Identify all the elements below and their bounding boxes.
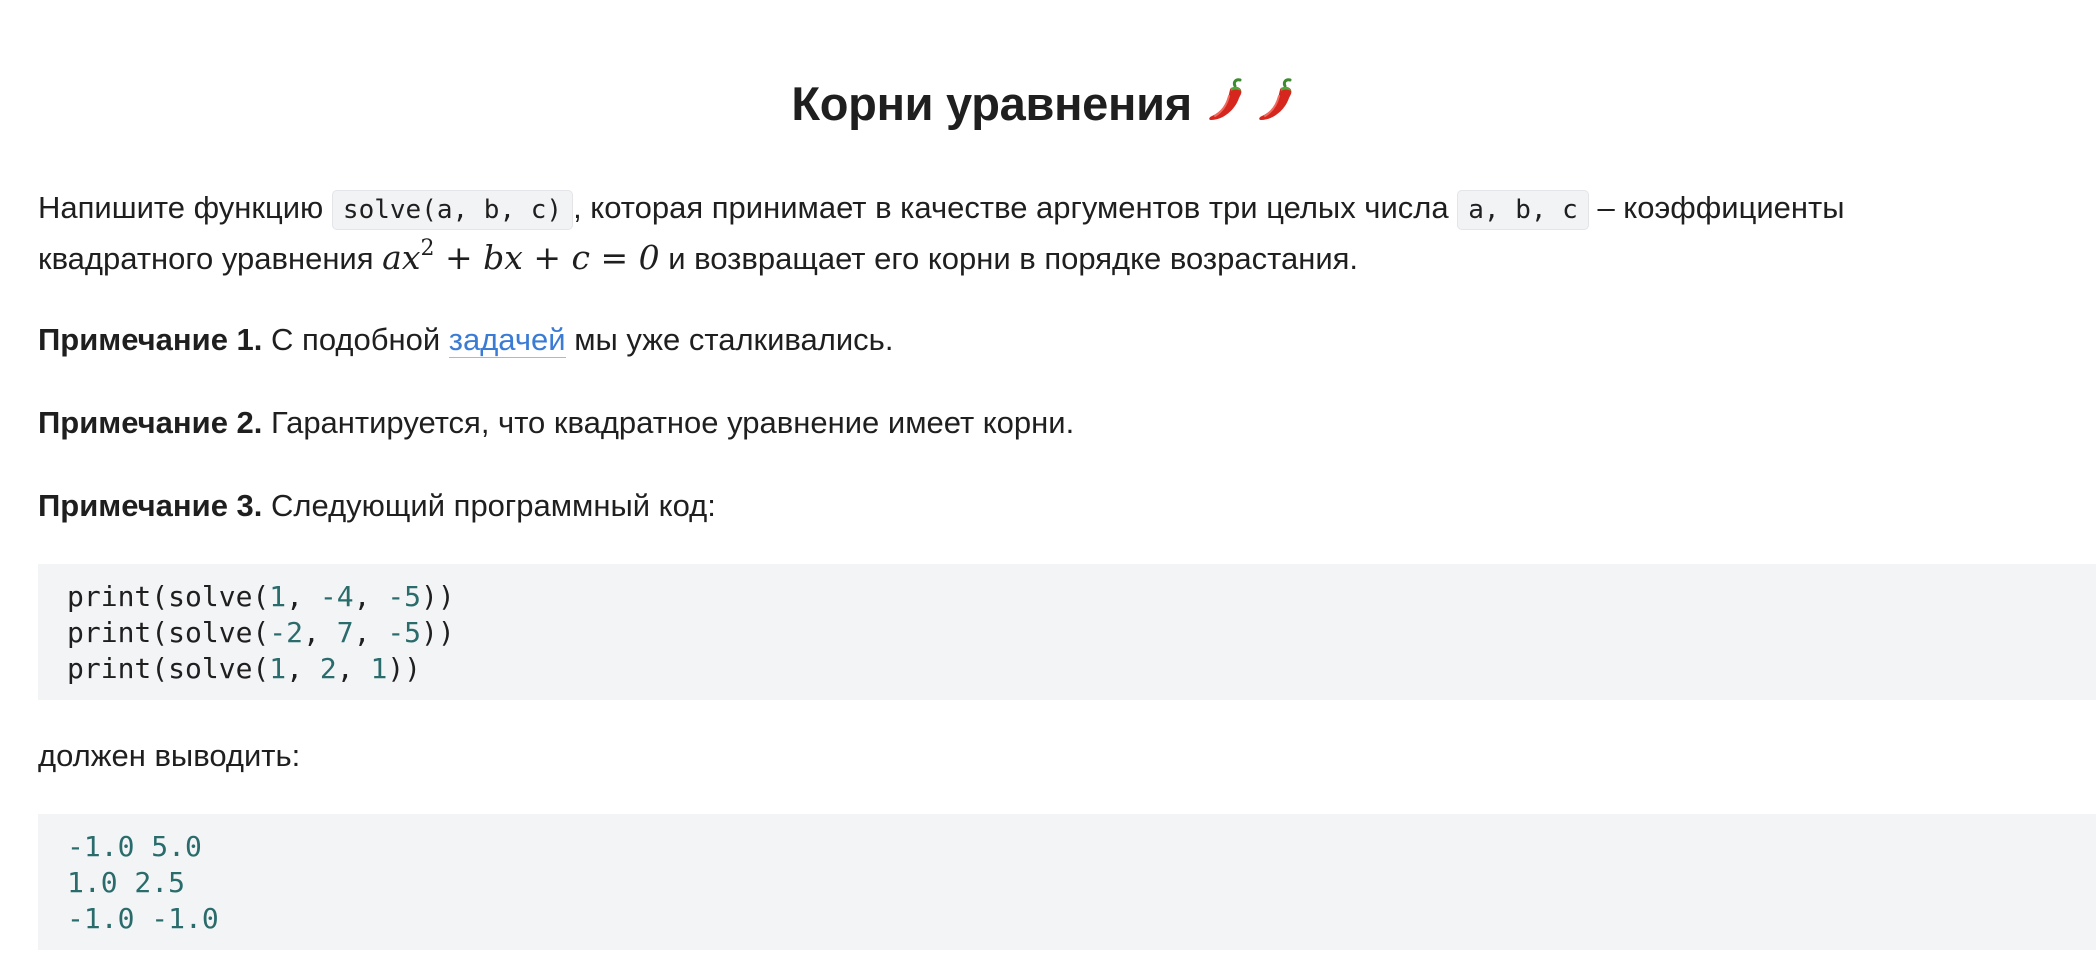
note-text: Гарантируется, что квадратное уравнение …	[271, 405, 1075, 440]
equation-term: ax	[382, 238, 421, 277]
note-text: Следующий программный код:	[271, 488, 716, 523]
output-label: должен выводить:	[38, 738, 301, 773]
code-number: 7	[336, 616, 354, 649]
code-number: -5	[387, 580, 422, 613]
code-number: 1	[370, 652, 388, 685]
note-text: С подобной	[271, 322, 441, 357]
chili-pepper-icon	[1208, 78, 1242, 120]
output-line: -1.0 -1.0	[67, 902, 219, 935]
note-3: Примечание 3. Следующий программный код:	[38, 481, 716, 531]
note-label: Примечание 2.	[38, 405, 263, 440]
code-number: 2	[319, 652, 337, 685]
code-token: print(solve(	[67, 652, 270, 685]
code-token: ))	[387, 652, 422, 685]
statement-text: – коэффициенты	[1597, 190, 1845, 225]
page-title: Корни уравнения	[0, 70, 2096, 138]
output-line: 1.0 2.5	[67, 866, 186, 899]
code-number: 1	[269, 652, 287, 685]
code-number: -4	[319, 580, 354, 613]
code-token: ))	[421, 580, 455, 613]
note-text: мы уже сталкивались.	[574, 322, 894, 357]
code-number: -2	[269, 616, 304, 649]
chili-pepper-icon	[1258, 78, 1292, 120]
function-signature-code: solve(a, b, c)	[331, 190, 574, 230]
note-2: Примечание 2. Гарантируется, что квадрат…	[38, 398, 1074, 448]
statement-text: , которая принимает в качестве аргументо…	[573, 190, 1449, 225]
code-token: print(solve(	[67, 616, 270, 649]
note-label: Примечание 1.	[38, 322, 263, 357]
task-link[interactable]: задачей	[448, 322, 566, 358]
note-label: Примечание 3.	[38, 488, 263, 523]
code-example-block[interactable]: print(solve(1, -4, -5)) print(solve(-2, …	[38, 564, 2096, 700]
arguments-code: a, b, c	[1457, 190, 1589, 230]
equation-rest: + bx + c = 0	[444, 238, 660, 277]
code-line: print(solve(1, 2, 1))	[67, 652, 422, 685]
code-number: 1	[269, 580, 287, 613]
note-1: Примечание 1. С подобной задачей мы уже …	[38, 315, 893, 365]
statement-text: Напишите функцию	[38, 190, 324, 225]
output-example-block[interactable]: -1.0 5.0 1.0 2.5 -1.0 -1.0	[38, 814, 2096, 950]
code-token: print(solve(	[67, 580, 270, 613]
code-number: -5	[387, 616, 422, 649]
code-token: ))	[421, 616, 455, 649]
statement-line-2: квадратного уравнения ax2 + bx + c = 0 и…	[38, 233, 1358, 284]
problem-page: Корни уравнения Напишите функцию solve(a…	[0, 0, 2096, 964]
statement-line-1: Напишите функцию solve(a, b, c), которая…	[38, 183, 1845, 235]
equation-exponent: 2	[420, 236, 435, 261]
statement-text: квадратного уравнения	[38, 241, 374, 276]
page-title-text: Корни уравнения	[791, 77, 1192, 130]
statement-text: и возвращает его корни в порядке возраст…	[668, 241, 1359, 276]
output-line: -1.0 5.0	[67, 830, 202, 863]
code-line: print(solve(1, -4, -5))	[67, 580, 455, 613]
quadratic-equation: ax2 + bx + c = 0	[382, 236, 660, 278]
code-line: print(solve(-2, 7, -5))	[67, 616, 455, 649]
